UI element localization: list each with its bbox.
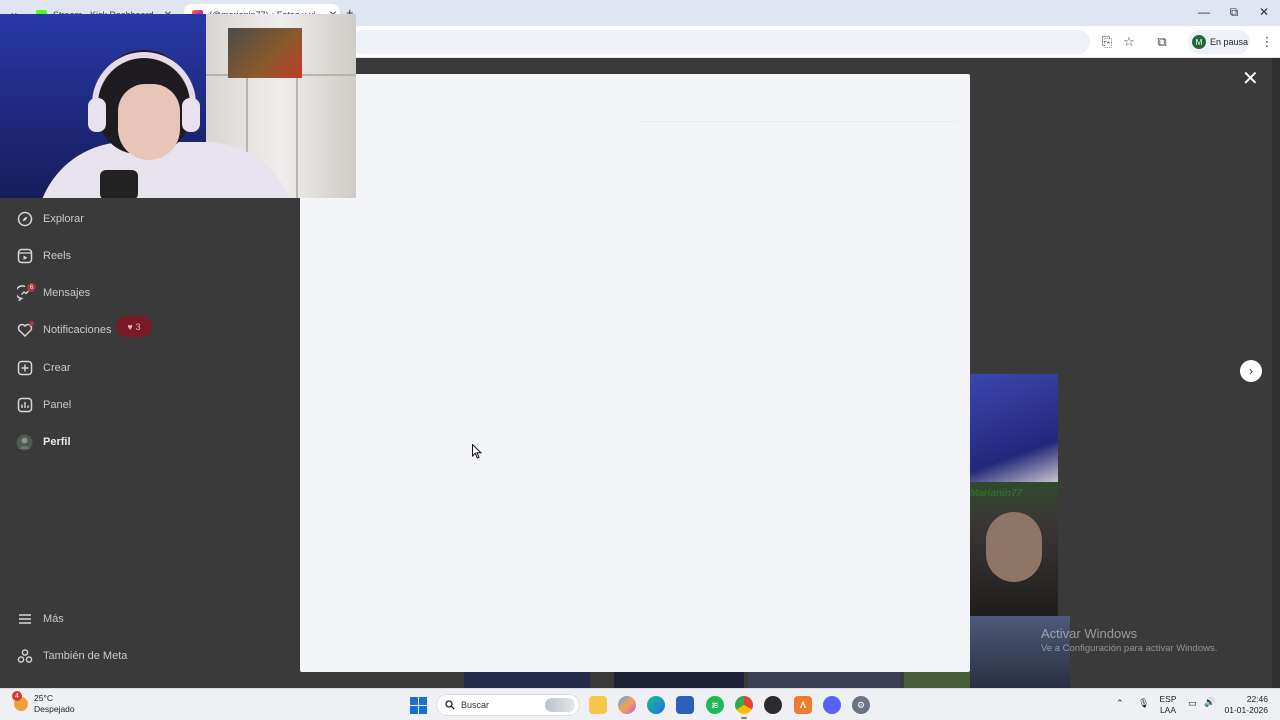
page-scrollbar[interactable] bbox=[1272, 58, 1280, 688]
sidebar-item-label: Reels bbox=[43, 250, 72, 262]
profile-status: En pausa bbox=[1210, 37, 1249, 47]
spotify-icon[interactable]: ≋ bbox=[706, 696, 724, 714]
weather-temp: 25°C bbox=[34, 693, 53, 703]
notifications-count-badge[interactable]: ♥ 3 bbox=[116, 316, 152, 337]
webcam-overlay bbox=[0, 14, 356, 198]
windows-logo-pane bbox=[410, 706, 418, 714]
profile-avatar: M bbox=[1192, 35, 1206, 49]
plus-square-icon bbox=[16, 360, 33, 377]
sidebar-item-label: Perfil bbox=[43, 436, 71, 448]
edge-icon[interactable] bbox=[647, 696, 665, 714]
microphone-icon[interactable]: 🎙 bbox=[1138, 698, 1149, 709]
extensions-icon[interactable]: ⧉ bbox=[1153, 33, 1171, 51]
settings-gear-icon[interactable]: ⚙ bbox=[852, 696, 870, 714]
layout-code: LAA bbox=[1159, 705, 1177, 715]
notification-dot bbox=[29, 321, 34, 326]
reels-icon bbox=[16, 248, 33, 265]
meta-icon bbox=[16, 648, 33, 665]
sidebar-item-label: También de Meta bbox=[43, 650, 128, 662]
search-highlight-art bbox=[545, 698, 575, 712]
profile-button[interactable]: M En pausa bbox=[1188, 30, 1250, 54]
weather-badge: 4 bbox=[12, 691, 22, 701]
close-window-button[interactable]: ✕ bbox=[1254, 5, 1274, 19]
sidebar-item-tambien-de-meta[interactable]: También de Meta bbox=[16, 645, 127, 667]
sidebar-item-label: Mensajes bbox=[43, 287, 91, 299]
obs-icon[interactable] bbox=[764, 696, 782, 714]
chart-icon bbox=[16, 397, 33, 414]
post-thumbnail[interactable] bbox=[970, 374, 1058, 482]
compass-icon bbox=[16, 211, 33, 228]
adobe-app-icon[interactable]: Λ bbox=[794, 696, 812, 714]
windows-taskbar: 4 25°C Despejado Buscar ≋ Λ ⚙ ⌃ 🎙 ESP LA… bbox=[0, 688, 1280, 720]
active-app-indicator bbox=[741, 717, 747, 719]
microphone bbox=[100, 170, 138, 198]
headphone-cup bbox=[88, 98, 106, 132]
weather-widget[interactable]: 4 25°C Despejado bbox=[12, 691, 75, 715]
sidebar-item-label: Crear bbox=[43, 362, 71, 374]
system-clock[interactable]: 22:46 01-01-2026 bbox=[1222, 694, 1268, 716]
sidebar-item-label: Explorar bbox=[43, 213, 84, 225]
menu-icon bbox=[16, 611, 33, 628]
mouse-cursor-icon bbox=[472, 444, 482, 459]
wall-poster bbox=[228, 28, 302, 78]
weather-sun-icon: 4 bbox=[12, 691, 28, 711]
browser-menu-icon[interactable]: ⋮ bbox=[1258, 33, 1276, 51]
post-thumbnail[interactable] bbox=[970, 482, 1058, 616]
clock-time: 22:46 bbox=[1246, 694, 1268, 704]
clock-date: 01-01-2026 bbox=[1224, 705, 1268, 715]
sidebar-item-mas[interactable]: Más bbox=[16, 608, 64, 630]
post-overlay-username: Marianin77 bbox=[970, 488, 1023, 499]
copilot-icon[interactable] bbox=[618, 696, 636, 714]
sidebar-item-label: Más bbox=[43, 613, 64, 625]
sidebar-item-label: Panel bbox=[43, 399, 72, 411]
store-icon[interactable] bbox=[676, 696, 694, 714]
windows-logo-pane bbox=[419, 706, 427, 714]
next-post-button[interactable]: › bbox=[1240, 360, 1262, 382]
messages-badge: 6 bbox=[27, 283, 36, 292]
avatar-icon bbox=[16, 434, 33, 451]
search-icon bbox=[445, 700, 455, 710]
discord-icon[interactable] bbox=[823, 696, 841, 714]
post-modal bbox=[300, 74, 970, 672]
install-app-icon[interactable]: ⎘ bbox=[1098, 33, 1116, 51]
restore-button[interactable]: ⧉ bbox=[1224, 5, 1244, 20]
address-bar[interactable] bbox=[350, 30, 1090, 54]
sidebar-item-label: Notificaciones bbox=[43, 324, 112, 336]
chrome-icon[interactable] bbox=[735, 696, 753, 714]
sidebar-item-panel[interactable]: Panel bbox=[16, 394, 71, 416]
bookmark-star-icon[interactable]: ☆ bbox=[1120, 33, 1138, 51]
sidebar-item-explorar[interactable]: Explorar bbox=[16, 208, 84, 230]
sidebar-item-perfil[interactable]: Perfil bbox=[16, 431, 71, 453]
start-button[interactable] bbox=[410, 697, 427, 714]
thumbnail-face bbox=[986, 512, 1042, 582]
network-icon[interactable]: ▭ bbox=[1188, 698, 1197, 709]
notifications-count: 3 bbox=[135, 321, 141, 332]
modal-divider bbox=[640, 121, 958, 122]
post-thumbnail[interactable] bbox=[904, 672, 970, 688]
chevron-right-icon: › bbox=[1249, 364, 1253, 378]
cabinet-line bbox=[296, 74, 298, 198]
close-modal-icon[interactable]: ✕ bbox=[1242, 66, 1259, 91]
windows-logo-pane bbox=[419, 697, 427, 705]
windows-logo-pane bbox=[410, 697, 418, 705]
post-thumbnail[interactable] bbox=[614, 672, 744, 688]
activate-windows-title: Activar Windows bbox=[1041, 626, 1138, 641]
search-placeholder: Buscar bbox=[461, 700, 490, 710]
minimize-button[interactable]: — bbox=[1194, 5, 1214, 19]
heart-icon: ♥ bbox=[127, 321, 133, 332]
headphone-cup bbox=[182, 98, 200, 132]
sidebar-item-reels[interactable]: Reels bbox=[16, 245, 71, 267]
weather-condition: Despejado bbox=[34, 704, 75, 714]
volume-icon[interactable]: 🔊 bbox=[1204, 697, 1215, 708]
post-thumbnail[interactable] bbox=[748, 672, 900, 688]
taskbar-search[interactable]: Buscar bbox=[436, 694, 580, 716]
input-language[interactable]: ESP LAA bbox=[1158, 694, 1178, 716]
post-thumbnail[interactable] bbox=[464, 672, 590, 688]
sidebar-item-crear[interactable]: Crear bbox=[16, 357, 71, 379]
language-code: ESP bbox=[1159, 694, 1177, 704]
tray-overflow-chevron-icon[interactable]: ⌃ bbox=[1116, 698, 1124, 709]
file-explorer-icon[interactable] bbox=[589, 696, 607, 714]
activate-windows-subtitle: Ve a Configuración para activar Windows. bbox=[1041, 643, 1218, 654]
